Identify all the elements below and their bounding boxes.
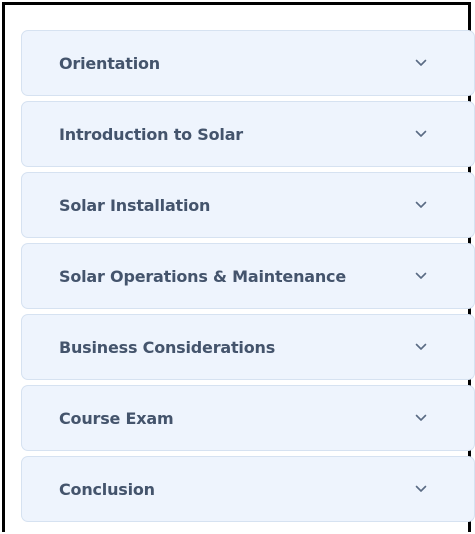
chevron-down-icon[interactable] bbox=[414, 271, 428, 281]
chevron-down-icon[interactable] bbox=[414, 484, 428, 494]
section-title: Conclusion bbox=[59, 479, 155, 499]
section-title: Course Exam bbox=[59, 408, 174, 428]
chevron-down-icon[interactable] bbox=[414, 200, 428, 210]
section-solar-installation[interactable]: Solar Installation bbox=[21, 172, 475, 238]
section-solar-operations-maintenance[interactable]: Solar Operations & Maintenance bbox=[21, 243, 475, 309]
section-title: Solar Installation bbox=[59, 195, 211, 215]
chevron-down-icon[interactable] bbox=[414, 413, 428, 423]
chevron-down-icon[interactable] bbox=[414, 129, 428, 139]
course-accordion: Orientation Introduction to Solar Solar … bbox=[21, 30, 475, 522]
chevron-down-icon[interactable] bbox=[414, 342, 428, 352]
section-title: Business Considerations bbox=[59, 337, 276, 357]
section-business-considerations[interactable]: Business Considerations bbox=[21, 314, 475, 380]
section-title: Introduction to Solar bbox=[59, 124, 243, 144]
section-course-exam[interactable]: Course Exam bbox=[21, 385, 475, 451]
section-introduction-to-solar[interactable]: Introduction to Solar bbox=[21, 101, 475, 167]
section-title: Orientation bbox=[59, 53, 160, 73]
course-outline-panel: Orientation Introduction to Solar Solar … bbox=[2, 2, 475, 532]
section-title: Solar Operations & Maintenance bbox=[59, 266, 346, 286]
section-orientation[interactable]: Orientation bbox=[21, 30, 475, 96]
section-conclusion[interactable]: Conclusion bbox=[21, 456, 475, 522]
chevron-down-icon[interactable] bbox=[414, 58, 428, 68]
